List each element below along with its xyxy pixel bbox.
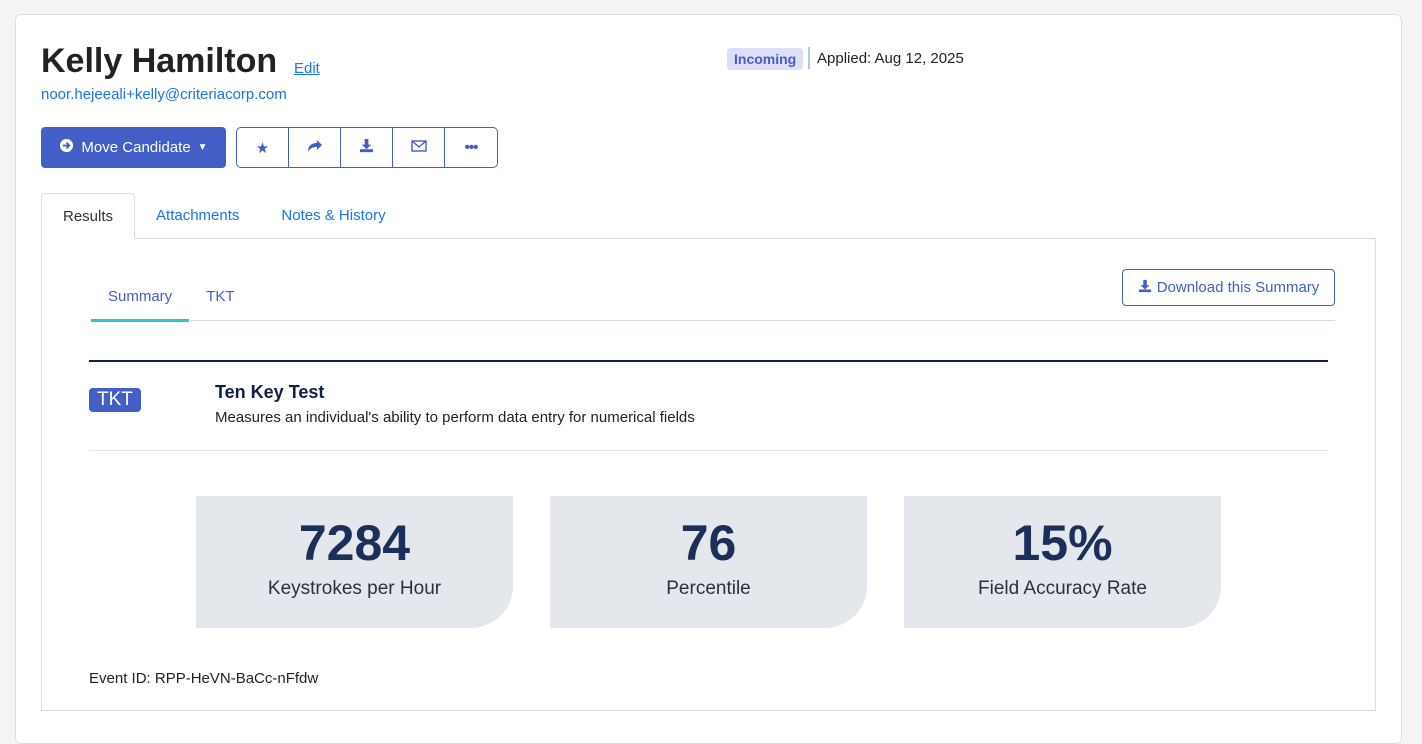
tab-summary[interactable]: Summary	[91, 285, 190, 322]
download-summary-label: Download this Summary	[1156, 279, 1320, 296]
subtab-divider	[91, 320, 1335, 321]
test-badge: TKT	[89, 388, 141, 412]
tab-tkt[interactable]: TKT	[189, 285, 251, 322]
metric-label: Percentile	[666, 578, 751, 599]
candidate-email[interactable]: noor.hejeeali+kelly@criteriacorp.com	[41, 86, 287, 103]
download-button[interactable]	[341, 128, 393, 167]
move-candidate-label: Move Candidate	[81, 139, 191, 156]
download-icon	[1138, 279, 1152, 297]
divider	[89, 450, 1328, 451]
tab-results[interactable]: Results	[41, 193, 136, 239]
applied-date: Applied: Aug 12, 2025	[817, 50, 964, 67]
favorite-button[interactable]: ★	[237, 128, 289, 167]
metric-card-keystrokes: 7284 Keystrokes per Hour	[196, 496, 513, 628]
sub-tabs: Summary TKT	[91, 285, 252, 322]
more-icon: •••	[464, 139, 479, 156]
move-candidate-button[interactable]: Move Candidate ▼	[41, 127, 226, 168]
share-icon	[307, 139, 323, 157]
main-tabs: Results Attachments Notes & History	[41, 193, 407, 239]
action-button-group: ★ •••	[236, 127, 498, 168]
edit-link[interactable]: Edit	[294, 60, 320, 77]
test-description: Measures an individual's ability to perf…	[215, 409, 695, 426]
envelope-icon	[410, 139, 427, 156]
download-summary-button[interactable]: Download this Summary	[1122, 269, 1335, 306]
event-id: Event ID: RPP-HeVN-BaCc-nFfdw	[89, 670, 319, 687]
divider	[808, 47, 810, 69]
metric-label: Keystrokes per Hour	[267, 578, 442, 599]
metric-card-percentile: 76 Percentile	[550, 496, 867, 628]
test-title: Ten Key Test	[215, 382, 325, 402]
more-button[interactable]: •••	[445, 128, 497, 167]
share-button[interactable]	[289, 128, 341, 167]
candidate-name: Kelly Hamilton	[41, 42, 278, 80]
tab-notes-history[interactable]: Notes & History	[260, 193, 406, 239]
metric-value: 76	[680, 515, 737, 571]
metric-label: Field Accuracy Rate	[978, 578, 1147, 599]
arrow-circle-icon	[59, 138, 74, 157]
metric-card-accuracy: 15% Field Accuracy Rate	[904, 496, 1221, 628]
metric-value: 7284	[298, 515, 411, 571]
email-button[interactable]	[393, 128, 445, 167]
tab-attachments[interactable]: Attachments	[135, 193, 260, 239]
metric-value: 15%	[1012, 515, 1113, 571]
status-badge: Incoming	[727, 48, 804, 70]
caret-down-icon: ▼	[197, 142, 208, 153]
star-icon: ★	[255, 139, 270, 157]
section-rule	[89, 360, 1328, 362]
download-icon	[359, 138, 374, 157]
